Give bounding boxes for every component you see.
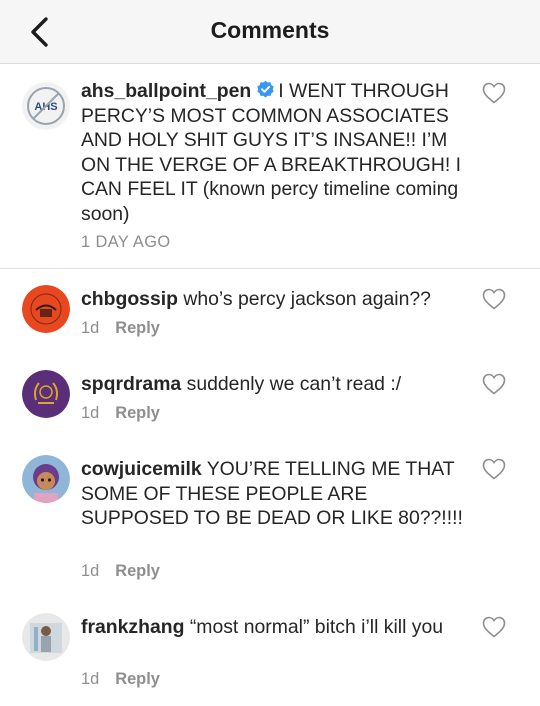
verified-badge-icon bbox=[256, 80, 275, 99]
top-bar: Comments bbox=[0, 0, 540, 64]
comment-username[interactable]: chbgossip bbox=[81, 288, 178, 310]
reply-button[interactable]: Reply bbox=[115, 670, 160, 688]
comment-age: 1d bbox=[81, 562, 100, 580]
comment-text-block: frankzhang “most normal” bitch i’ll kill… bbox=[81, 615, 471, 640]
heart-outline-icon bbox=[482, 616, 506, 638]
like-comment-button[interactable] bbox=[482, 288, 506, 310]
avatar-ahs-ballpoint-pen[interactable]: AHS bbox=[22, 82, 70, 130]
comment-meta: 1d Reply bbox=[81, 562, 160, 581]
comment-item: spqrdrama suddenly we can’t read :/ 1d Re… bbox=[0, 369, 540, 439]
comment-item: frankzhang “most normal” bitch i’ll kill… bbox=[0, 612, 540, 704]
comment-meta: 1d Reply bbox=[81, 319, 160, 338]
heart-outline-icon bbox=[482, 373, 506, 395]
page-title: Comments bbox=[210, 17, 330, 43]
comment-meta: 1d Reply bbox=[81, 670, 160, 689]
heart-outline-icon bbox=[482, 458, 506, 480]
caption-username[interactable]: ahs_ballpoint_pen bbox=[81, 80, 251, 102]
avatar-chbgossip[interactable] bbox=[22, 285, 70, 333]
comment-item: cowjuicemilk YOU’RE TELLING ME THAT SOME… bbox=[0, 454, 540, 584]
reply-button[interactable]: Reply bbox=[115, 562, 160, 580]
comment-text-block: cowjuicemilk YOU’RE TELLING ME THAT SOME… bbox=[81, 457, 471, 531]
avatar-cowjuicemilk[interactable] bbox=[22, 455, 70, 503]
like-caption-button[interactable] bbox=[482, 82, 506, 104]
comment-text-block: spqrdrama suddenly we can’t read :/ bbox=[81, 372, 471, 397]
comment-age: 1d bbox=[81, 319, 100, 337]
comment-username[interactable]: spqrdrama bbox=[81, 373, 181, 395]
comment-username[interactable]: frankzhang bbox=[81, 616, 184, 638]
heart-outline-icon bbox=[482, 82, 506, 104]
comment-meta: 1d Reply bbox=[81, 404, 160, 423]
comment-age: 1d bbox=[81, 404, 100, 422]
comment-item: chbgossip who’s percy jackson again?? 1d… bbox=[0, 284, 540, 354]
like-comment-button[interactable] bbox=[482, 458, 506, 480]
comment-text-block: chbgossip who’s percy jackson again?? bbox=[81, 287, 471, 312]
comment-username[interactable]: cowjuicemilk bbox=[81, 458, 202, 480]
post-caption: AHS ahs_ballpoint_pen I WENT THROUGH PER… bbox=[0, 65, 540, 269]
caption-text-block: ahs_ballpoint_pen I WENT THROUGH PERCY’S… bbox=[81, 79, 471, 227]
caption-age: 1 DAY AGO bbox=[81, 233, 171, 251]
comment-age: 1d bbox=[81, 670, 100, 688]
avatar-frankzhang[interactable] bbox=[22, 613, 70, 661]
comment-text: “most normal” bitch i’ll kill you bbox=[189, 616, 444, 638]
comment-text: who’s percy jackson again?? bbox=[183, 288, 431, 310]
avatar-spqrdrama[interactable] bbox=[22, 370, 70, 418]
caption-timestamp: 1 DAY AGO bbox=[81, 233, 171, 252]
comment-text: suddenly we can’t read :/ bbox=[186, 373, 402, 395]
like-comment-button[interactable] bbox=[482, 373, 506, 395]
reply-button[interactable]: Reply bbox=[115, 319, 160, 337]
heart-outline-icon bbox=[482, 288, 506, 310]
like-comment-button[interactable] bbox=[482, 616, 506, 638]
reply-button[interactable]: Reply bbox=[115, 404, 160, 422]
